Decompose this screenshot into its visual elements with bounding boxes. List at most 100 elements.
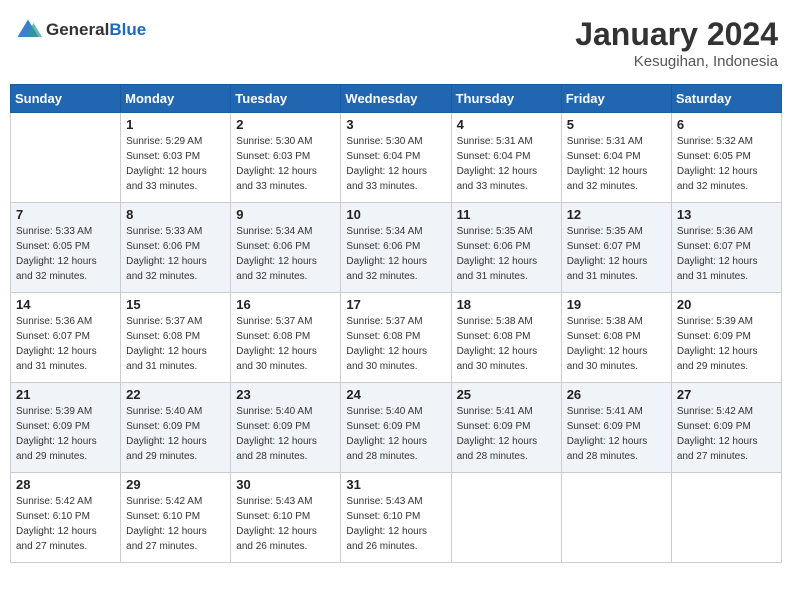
day-cell: 30 Sunrise: 5:43 AM Sunset: 6:10 PM Dayli… [231,473,341,563]
day-number: 23 [236,387,335,402]
day-cell: 3 Sunrise: 5:30 AM Sunset: 6:04 PM Daylig… [341,113,451,203]
day-info: Sunrise: 5:36 AM Sunset: 6:07 PM Dayligh… [677,224,776,284]
day-number: 6 [677,117,776,132]
day-cell: 16 Sunrise: 5:37 AM Sunset: 6:08 PM Dayli… [231,293,341,383]
day-number: 8 [126,207,225,222]
day-number: 21 [16,387,115,402]
day-info: Sunrise: 5:30 AM Sunset: 6:04 PM Dayligh… [346,134,445,194]
day-number: 14 [16,297,115,312]
day-info: Sunrise: 5:31 AM Sunset: 6:04 PM Dayligh… [457,134,556,194]
day-info: Sunrise: 5:31 AM Sunset: 6:04 PM Dayligh… [567,134,666,194]
day-cell: 12 Sunrise: 5:35 AM Sunset: 6:07 PM Dayli… [561,203,671,293]
day-number: 27 [677,387,776,402]
day-number: 31 [346,477,445,492]
day-number: 1 [126,117,225,132]
day-number: 3 [346,117,445,132]
day-cell: 19 Sunrise: 5:38 AM Sunset: 6:08 PM Dayli… [561,293,671,383]
day-number: 2 [236,117,335,132]
day-info: Sunrise: 5:38 AM Sunset: 6:08 PM Dayligh… [567,314,666,374]
day-number: 19 [567,297,666,312]
day-info: Sunrise: 5:36 AM Sunset: 6:07 PM Dayligh… [16,314,115,374]
day-cell [451,473,561,563]
day-cell: 21 Sunrise: 5:39 AM Sunset: 6:09 PM Dayli… [11,383,121,473]
week-row-3: 14 Sunrise: 5:36 AM Sunset: 6:07 PM Dayli… [11,293,782,383]
day-number: 20 [677,297,776,312]
column-header-friday: Friday [561,85,671,113]
column-header-monday: Monday [121,85,231,113]
logo-icon [14,16,42,44]
day-cell: 23 Sunrise: 5:40 AM Sunset: 6:09 PM Dayli… [231,383,341,473]
day-number: 12 [567,207,666,222]
column-header-sunday: Sunday [11,85,121,113]
week-row-1: 1Sunrise: 5:29 AM Sunset: 6:03 PM Daylig… [11,113,782,203]
day-info: Sunrise: 5:37 AM Sunset: 6:08 PM Dayligh… [236,314,335,374]
day-info: Sunrise: 5:42 AM Sunset: 6:10 PM Dayligh… [126,494,225,554]
day-info: Sunrise: 5:39 AM Sunset: 6:09 PM Dayligh… [677,314,776,374]
day-number: 29 [126,477,225,492]
day-number: 10 [346,207,445,222]
week-row-2: 7Sunrise: 5:33 AM Sunset: 6:05 PM Daylig… [11,203,782,293]
day-info: Sunrise: 5:43 AM Sunset: 6:10 PM Dayligh… [236,494,335,554]
day-cell: 7Sunrise: 5:33 AM Sunset: 6:05 PM Daylig… [11,203,121,293]
day-number: 9 [236,207,335,222]
day-cell [561,473,671,563]
day-number: 17 [346,297,445,312]
calendar-table: SundayMondayTuesdayWednesdayThursdayFrid… [10,84,782,563]
day-cell: 29 Sunrise: 5:42 AM Sunset: 6:10 PM Dayli… [121,473,231,563]
day-cell: 18 Sunrise: 5:38 AM Sunset: 6:08 PM Dayli… [451,293,561,383]
day-info: Sunrise: 5:33 AM Sunset: 6:05 PM Dayligh… [16,224,115,284]
day-cell: 31 Sunrise: 5:43 AM Sunset: 6:10 PM Dayli… [341,473,451,563]
day-cell: 11 Sunrise: 5:35 AM Sunset: 6:06 PM Dayli… [451,203,561,293]
column-header-tuesday: Tuesday [231,85,341,113]
day-number: 28 [16,477,115,492]
day-cell: 9 Sunrise: 5:34 AM Sunset: 6:06 PM Daylig… [231,203,341,293]
day-cell: 27 Sunrise: 5:42 AM Sunset: 6:09 PM Dayli… [671,383,781,473]
location-title: Kesugihan, Indonesia [575,53,778,70]
day-cell [11,113,121,203]
day-info: Sunrise: 5:41 AM Sunset: 6:09 PM Dayligh… [567,404,666,464]
day-info: Sunrise: 5:40 AM Sunset: 6:09 PM Dayligh… [236,404,335,464]
day-cell: 22 Sunrise: 5:40 AM Sunset: 6:09 PM Dayli… [121,383,231,473]
header-row: SundayMondayTuesdayWednesdayThursdayFrid… [11,85,782,113]
day-number: 30 [236,477,335,492]
day-info: Sunrise: 5:35 AM Sunset: 6:06 PM Dayligh… [457,224,556,284]
day-cell: 26Sunrise: 5:41 AM Sunset: 6:09 PM Dayli… [561,383,671,473]
day-number: 16 [236,297,335,312]
day-cell: 25Sunrise: 5:41 AM Sunset: 6:09 PM Dayli… [451,383,561,473]
day-number: 18 [457,297,556,312]
day-cell: 15Sunrise: 5:37 AM Sunset: 6:08 PM Dayli… [121,293,231,383]
day-info: Sunrise: 5:35 AM Sunset: 6:07 PM Dayligh… [567,224,666,284]
day-info: Sunrise: 5:42 AM Sunset: 6:10 PM Dayligh… [16,494,115,554]
day-info: Sunrise: 5:40 AM Sunset: 6:09 PM Dayligh… [126,404,225,464]
day-info: Sunrise: 5:39 AM Sunset: 6:09 PM Dayligh… [16,404,115,464]
day-cell: 28 Sunrise: 5:42 AM Sunset: 6:10 PM Dayli… [11,473,121,563]
day-info: Sunrise: 5:42 AM Sunset: 6:09 PM Dayligh… [677,404,776,464]
month-title: January 2024 [575,16,778,53]
day-number: 5 [567,117,666,132]
day-info: Sunrise: 5:43 AM Sunset: 6:10 PM Dayligh… [346,494,445,554]
week-row-5: 28 Sunrise: 5:42 AM Sunset: 6:10 PM Dayli… [11,473,782,563]
day-cell: 2 Sunrise: 5:30 AM Sunset: 6:03 PM Daylig… [231,113,341,203]
day-cell: 1Sunrise: 5:29 AM Sunset: 6:03 PM Daylig… [121,113,231,203]
day-info: Sunrise: 5:38 AM Sunset: 6:08 PM Dayligh… [457,314,556,374]
day-cell: 17 Sunrise: 5:37 AM Sunset: 6:08 PM Dayli… [341,293,451,383]
day-info: Sunrise: 5:40 AM Sunset: 6:09 PM Dayligh… [346,404,445,464]
day-number: 11 [457,207,556,222]
day-cell: 20 Sunrise: 5:39 AM Sunset: 6:09 PM Dayli… [671,293,781,383]
column-header-thursday: Thursday [451,85,561,113]
day-cell: 14 Sunrise: 5:36 AM Sunset: 6:07 PM Dayli… [11,293,121,383]
day-info: Sunrise: 5:34 AM Sunset: 6:06 PM Dayligh… [236,224,335,284]
day-number: 22 [126,387,225,402]
day-cell [671,473,781,563]
day-info: Sunrise: 5:33 AM Sunset: 6:06 PM Dayligh… [126,224,225,284]
logo-blue: Blue [109,20,146,39]
title-block: January 2024 Kesugihan, Indonesia [575,16,778,70]
day-cell: 6Sunrise: 5:32 AM Sunset: 6:05 PM Daylig… [671,113,781,203]
day-number: 25 [457,387,556,402]
day-info: Sunrise: 5:30 AM Sunset: 6:03 PM Dayligh… [236,134,335,194]
day-number: 15 [126,297,225,312]
day-info: Sunrise: 5:37 AM Sunset: 6:08 PM Dayligh… [346,314,445,374]
day-cell: 24Sunrise: 5:40 AM Sunset: 6:09 PM Dayli… [341,383,451,473]
day-cell: 10 Sunrise: 5:34 AM Sunset: 6:06 PM Dayli… [341,203,451,293]
day-info: Sunrise: 5:34 AM Sunset: 6:06 PM Dayligh… [346,224,445,284]
